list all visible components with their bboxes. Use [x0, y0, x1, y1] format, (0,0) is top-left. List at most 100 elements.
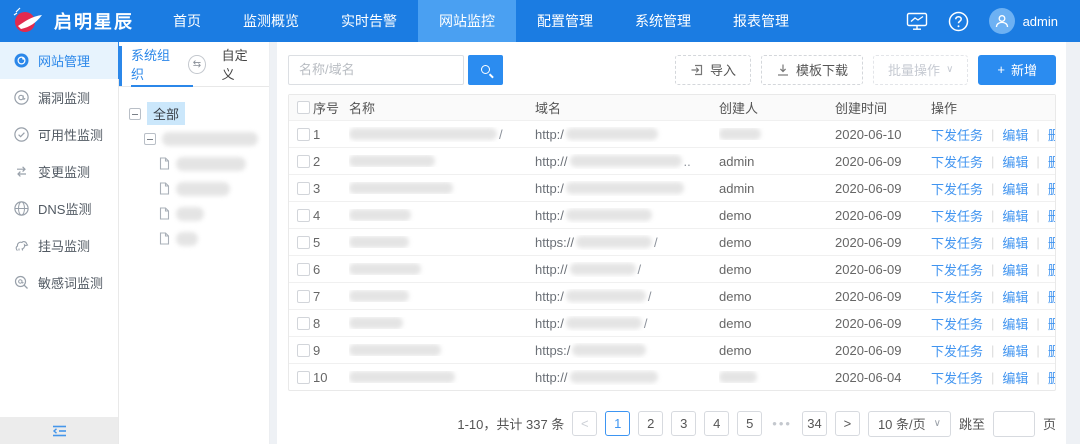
sidebar-item-vulnerability-monitoring[interactable]: 漏洞监测 — [0, 79, 118, 116]
tree-node-root[interactable]: 全部 — [129, 101, 259, 126]
nav-item-realtime-alerts[interactable]: 实时告警 — [320, 0, 418, 42]
edit-link[interactable]: 编辑 — [1002, 341, 1028, 360]
nav-item-home[interactable]: 首页 — [152, 0, 222, 42]
edit-link[interactable]: 编辑 — [1002, 368, 1028, 387]
page-unit-label: 页 — [1043, 414, 1056, 433]
website-name: / — [349, 127, 535, 142]
sidebar-item-website-management[interactable]: 网站管理 — [0, 42, 118, 79]
row-checkbox[interactable] — [297, 263, 310, 276]
row-checkbox[interactable] — [297, 182, 310, 195]
page-button[interactable]: 4 — [704, 411, 729, 436]
swap-tabs-icon[interactable]: ⇆ — [188, 55, 205, 74]
sidebar-item-label: 漏洞监测 — [38, 88, 90, 107]
sidebar-item-sensitive-word-monitoring[interactable]: 敏感词监测 — [0, 264, 118, 301]
delete-link[interactable]: 删除 — [1048, 368, 1055, 387]
page-button[interactable]: 34 — [802, 411, 827, 436]
row-checkbox[interactable] — [297, 371, 310, 384]
help-icon[interactable] — [948, 11, 969, 32]
delete-link[interactable]: 删除 — [1048, 206, 1055, 225]
prev-page-button[interactable]: < — [572, 411, 597, 436]
row-checkbox[interactable] — [297, 236, 310, 249]
add-new-button[interactable]: + 新增 — [978, 55, 1056, 85]
row-checkbox[interactable] — [297, 344, 310, 357]
edit-link[interactable]: 编辑 — [1002, 179, 1028, 198]
monitor-screen-icon[interactable] — [906, 12, 928, 31]
next-page-button[interactable]: > — [835, 411, 860, 436]
dispatch-task-link[interactable]: 下发任务 — [931, 206, 983, 225]
col-header-name: 名称 — [349, 98, 535, 117]
dispatch-task-link[interactable]: 下发任务 — [931, 314, 983, 333]
tab-system-organization[interactable]: 系统组织 — [131, 45, 178, 83]
sidebar-item-change-monitoring[interactable]: 变更监测 — [0, 153, 118, 190]
batch-operations-button[interactable]: 批量操作 ∨ — [873, 55, 968, 85]
username[interactable]: admin — [1023, 14, 1058, 29]
tree-node-leaf[interactable] — [129, 151, 259, 176]
delete-link[interactable]: 删除 — [1048, 260, 1055, 279]
delete-link[interactable]: 删除 — [1048, 152, 1055, 171]
collapse-sidebar-icon[interactable] — [51, 424, 68, 438]
tree-node-label[interactable]: 全部 — [147, 102, 185, 125]
search-button[interactable] — [468, 55, 503, 85]
org-tree: 全部 — [119, 87, 269, 265]
collapse-node-icon[interactable] — [129, 108, 141, 120]
tab-custom[interactable]: 自定义 — [222, 45, 257, 83]
nav-item-config-management[interactable]: 配置管理 — [516, 0, 614, 42]
sidebar-item-availability-monitoring[interactable]: 可用性监测 — [0, 116, 118, 153]
dispatch-task-link[interactable]: 下发任务 — [931, 260, 983, 279]
nav-item-website-monitoring[interactable]: 网站监控 — [418, 0, 516, 42]
dispatch-task-link[interactable]: 下发任务 — [931, 233, 983, 252]
nav-item-monitor-overview[interactable]: 监测概览 — [222, 0, 320, 42]
import-button[interactable]: 导入 — [675, 55, 751, 85]
row-checkbox[interactable] — [297, 155, 310, 168]
pages-ellipsis: ••• — [770, 416, 794, 431]
template-download-button[interactable]: 模板下载 — [761, 55, 863, 85]
table-row: 4http:/demo2020-06-09下发任务|编辑|删除 — [289, 201, 1055, 228]
jump-to-page-input[interactable] — [993, 411, 1035, 437]
nav-item-system-management[interactable]: 系统管理 — [614, 0, 712, 42]
tree-node-branch[interactable] — [129, 126, 259, 151]
delete-link[interactable]: 删除 — [1048, 314, 1055, 333]
page-button[interactable]: 3 — [671, 411, 696, 436]
dispatch-task-link[interactable]: 下发任务 — [931, 125, 983, 144]
delete-link[interactable]: 删除 — [1048, 233, 1055, 252]
sidebar-item-dns-monitoring[interactable]: DNS监测 — [0, 190, 118, 227]
edit-link[interactable]: 编辑 — [1002, 260, 1028, 279]
tree-node-leaf[interactable] — [129, 201, 259, 226]
sidebar-item-trojan-monitoring[interactable]: 挂马监测 — [0, 227, 118, 264]
dispatch-task-link[interactable]: 下发任务 — [931, 368, 983, 387]
edit-link[interactable]: 编辑 — [1002, 125, 1028, 144]
delete-link[interactable]: 删除 — [1048, 125, 1055, 144]
edit-link[interactable]: 编辑 — [1002, 233, 1028, 252]
created-time: 2020-06-09 — [835, 262, 931, 277]
tree-node-leaf[interactable] — [129, 226, 259, 251]
edit-link[interactable]: 编辑 — [1002, 152, 1028, 171]
left-sidebar: 网站管理 漏洞监测 可用性监测 — [0, 42, 119, 444]
page-size-select[interactable]: 10 条/页 ∨ — [868, 411, 951, 437]
edit-link[interactable]: 编辑 — [1002, 314, 1028, 333]
search-input[interactable] — [288, 55, 464, 85]
page-button[interactable]: 5 — [737, 411, 762, 436]
user-avatar[interactable] — [989, 8, 1015, 34]
dispatch-task-link[interactable]: 下发任务 — [931, 179, 983, 198]
collapse-node-icon[interactable] — [144, 133, 156, 145]
row-operations: 下发任务|编辑|删除 — [931, 125, 1055, 144]
select-all-checkbox[interactable] — [297, 101, 310, 114]
dispatch-task-link[interactable]: 下发任务 — [931, 152, 983, 171]
row-index: 10 — [313, 370, 349, 385]
row-checkbox[interactable] — [297, 290, 310, 303]
row-checkbox[interactable] — [297, 128, 310, 141]
sidebar-item-label: 敏感词监测 — [38, 273, 103, 292]
delete-link[interactable]: 删除 — [1048, 179, 1055, 198]
page-button[interactable]: 2 — [638, 411, 663, 436]
nav-item-report-management[interactable]: 报表管理 — [712, 0, 810, 42]
page-button[interactable]: 1 — [605, 411, 630, 436]
dispatch-task-link[interactable]: 下发任务 — [931, 287, 983, 306]
dispatch-task-link[interactable]: 下发任务 — [931, 341, 983, 360]
delete-link[interactable]: 删除 — [1048, 341, 1055, 360]
delete-link[interactable]: 删除 — [1048, 287, 1055, 306]
row-checkbox[interactable] — [297, 317, 310, 330]
tree-node-leaf[interactable] — [129, 176, 259, 201]
row-checkbox[interactable] — [297, 209, 310, 222]
edit-link[interactable]: 编辑 — [1002, 206, 1028, 225]
edit-link[interactable]: 编辑 — [1002, 287, 1028, 306]
